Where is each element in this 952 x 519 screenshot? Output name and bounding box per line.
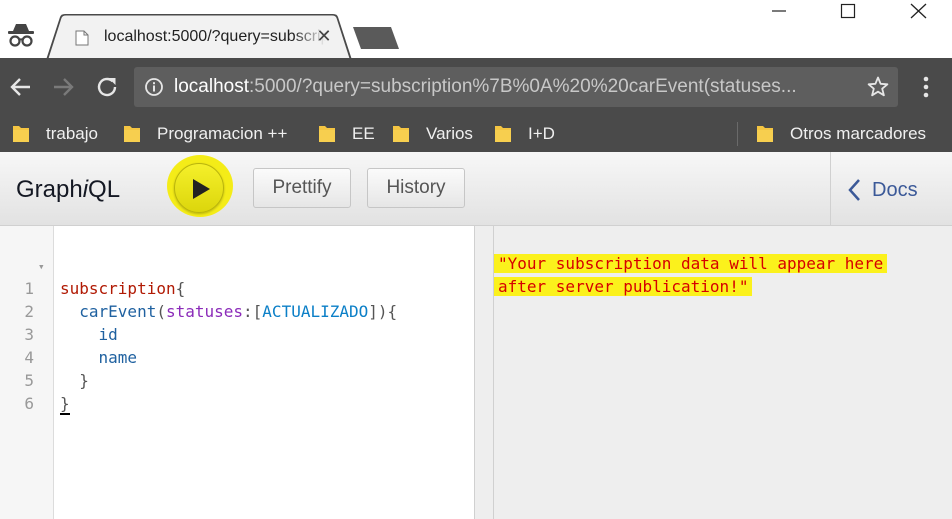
page-favicon-icon [75, 30, 89, 46]
tab-title: localhost:5000/?query=subscription [104, 28, 326, 45]
subscription-placeholder-message: "Your subscription data will appear here… [494, 252, 934, 298]
line-number: 6 [24, 394, 34, 413]
execute-query-button[interactable] [174, 163, 224, 213]
code-line-5: 5 } [0, 346, 89, 390]
browser-menu-icon[interactable] [914, 73, 938, 101]
query-editor[interactable]: 1 ▾ subscription{ 2 carEvent(statuses:[ACT… [0, 226, 474, 519]
code-line-6: 6} [0, 369, 70, 415]
code-line-2: 2 carEvent(statuses:[ACTUALIZADO]){ [0, 277, 397, 321]
title-bar: localhost:5000/?query=subscription ✕ [0, 0, 952, 60]
code-line-4: 4 name [0, 323, 137, 367]
chevron-left-icon [848, 179, 860, 201]
docs-button[interactable]: Docs [848, 176, 918, 204]
reload-icon[interactable] [92, 72, 122, 102]
bookmark-varios[interactable]: Varios [392, 120, 473, 148]
bookmark-otros-marcadores[interactable]: Otros marcadores [756, 120, 926, 148]
folder-icon [495, 126, 511, 142]
tab-close-icon[interactable]: ✕ [314, 26, 334, 46]
docs-label: Docs [872, 178, 918, 201]
bookmark-label: EE [352, 124, 375, 143]
new-tab-button[interactable] [351, 27, 401, 49]
fold-marker-icon[interactable]: ▾ [38, 255, 45, 278]
incognito-icon [8, 24, 34, 47]
bookmark-ee[interactable]: EE [318, 120, 375, 148]
url-path: :5000/?query=subscription%7B%0A%20%20car… [249, 76, 797, 97]
bookmark-label: Otros marcadores [790, 124, 927, 143]
docs-separator [830, 152, 831, 226]
bookmark-label: Varios [426, 124, 473, 143]
prettify-button[interactable]: Prettify [253, 168, 351, 208]
bookmark-label: trabajo [46, 124, 98, 143]
bookmarks-bar: trabajo Programacion ++ EE Varios I+D Ot… [0, 116, 952, 152]
graphiql-topbar: GraphiQL Prettify History Docs [0, 152, 952, 226]
forward-arrow-icon[interactable] [48, 72, 78, 102]
close-window-button[interactable] [896, 0, 942, 30]
code-line-3: 3 id [0, 300, 117, 344]
bookmark-label: I+D [528, 124, 555, 143]
folder-icon [124, 126, 140, 142]
url-text: localhost:5000/?query=subscription%7B%0A… [174, 76, 850, 98]
editor-result-divider[interactable] [474, 226, 494, 519]
result-pane: "Your subscription data will appear here… [494, 226, 952, 519]
bookmark-i-d[interactable]: I+D [494, 120, 555, 148]
folder-icon [757, 126, 773, 142]
result-text-line: after server publication!" [494, 277, 753, 296]
folder-icon [393, 126, 409, 142]
bookmark-star-icon[interactable] [866, 75, 890, 99]
folder-icon [13, 126, 29, 142]
bookmark-label: Programacion ++ [157, 124, 288, 143]
result-text-line: "Your subscription data will appear here [494, 254, 888, 273]
code-line-1: 1 ▾ subscription{ [0, 254, 185, 298]
active-tab[interactable]: localhost:5000/?query=subscription ✕ [46, 14, 352, 60]
address-bar[interactable]: localhost:5000/?query=subscription%7B%0A… [134, 67, 898, 107]
history-button[interactable]: History [367, 168, 465, 208]
bookmarks-separator [737, 122, 738, 146]
back-arrow-icon[interactable] [6, 72, 36, 102]
folder-icon [319, 126, 335, 142]
bookmark-trabajo[interactable]: trabajo [12, 120, 98, 148]
maximize-button[interactable] [826, 0, 872, 30]
browser-toolbar: localhost:5000/?query=subscription%7B%0A… [0, 58, 952, 116]
graphiql-title: GraphiQL [16, 176, 121, 203]
bookmark-programacion[interactable]: Programacion ++ [123, 120, 287, 148]
minimize-button[interactable] [756, 0, 802, 30]
site-info-icon[interactable] [144, 77, 164, 97]
play-icon [193, 179, 210, 199]
url-host: localhost [174, 76, 249, 97]
